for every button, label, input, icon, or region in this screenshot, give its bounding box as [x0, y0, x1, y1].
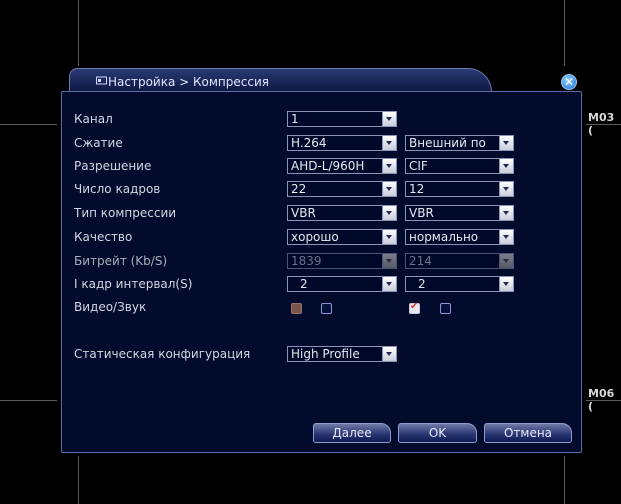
chevron-down-icon: [382, 254, 396, 268]
extra-stream-value: Внешний по: [409, 136, 486, 150]
cancel-button[interactable]: Отмена: [484, 423, 572, 443]
static-config-select[interactable]: High Profile: [287, 346, 397, 362]
compression-select[interactable]: H.264: [287, 135, 397, 151]
grid-line: [0, 400, 57, 401]
channel-label-m03: M03 (: [588, 111, 615, 137]
extra-bitrate-type-select[interactable]: VBR: [405, 205, 514, 221]
iframe-interval-label: I кадр интервал(S): [74, 277, 193, 291]
static-config-label: Статическая конфигурация: [74, 347, 251, 361]
chevron-down-icon: [382, 206, 396, 220]
grid-line: [564, 0, 565, 66]
chevron-down-icon: [382, 159, 396, 173]
chevron-down-icon: [499, 182, 513, 196]
fps-select[interactable]: 22: [287, 181, 397, 197]
chevron-down-icon: [499, 136, 513, 150]
chevron-down-icon: [499, 254, 513, 268]
quality-label: Качество: [74, 230, 133, 244]
channel-select[interactable]: 1: [287, 111, 397, 127]
grid-line: [0, 124, 57, 125]
extra-iframe-interval-value: 2: [418, 277, 426, 291]
bitrate-type-select[interactable]: VBR: [287, 205, 397, 221]
bitrate-label: Битрейт (Kb/S): [74, 254, 168, 268]
extra-bitrate-type-value: VBR: [409, 206, 434, 220]
extra-stream-select[interactable]: Внешний по: [405, 135, 514, 151]
chevron-down-icon: [382, 230, 396, 244]
channel-label: Канал: [74, 112, 113, 126]
main-video-checkbox[interactable]: [291, 303, 302, 314]
grid-line: [78, 456, 79, 504]
extra-quality-value: нормально: [409, 230, 479, 244]
chevron-down-icon: [499, 206, 513, 220]
main-audio-checkbox[interactable]: [321, 303, 332, 314]
compression-label: Сжатие: [74, 136, 123, 150]
extra-fps-select[interactable]: 12: [405, 181, 514, 197]
extra-resolution-select[interactable]: CIF: [405, 158, 514, 174]
resolution-select[interactable]: AHD-L/960H: [287, 158, 397, 174]
channel-value: 1: [291, 112, 299, 126]
iframe-interval-value: 2: [300, 277, 308, 291]
chevron-down-icon: [382, 112, 396, 126]
extra-quality-select[interactable]: нормально: [405, 229, 514, 245]
bitrate-value: 1839: [291, 254, 322, 268]
dialog-title: Настройка > Компрессия: [108, 75, 269, 89]
extra-bitrate-select: 214: [405, 253, 514, 269]
ok-button[interactable]: OK: [398, 423, 477, 443]
iframe-interval-select[interactable]: 2: [287, 276, 397, 292]
chevron-down-icon: [499, 277, 513, 291]
next-button[interactable]: Далее: [313, 423, 391, 443]
resolution-value: AHD-L/960H: [291, 159, 365, 173]
video-audio-label: Видео/Звук: [74, 300, 147, 314]
grid-line: [564, 456, 565, 504]
extra-iframe-interval-select[interactable]: 2: [405, 276, 514, 292]
chevron-down-icon: [382, 347, 396, 361]
close-button[interactable]: ✕: [561, 74, 577, 90]
extra-resolution-value: CIF: [409, 159, 428, 173]
bitrate-type-value: VBR: [291, 206, 316, 220]
compression-value: H.264: [291, 136, 327, 150]
title-tab: Настройка > Компрессия: [69, 68, 492, 92]
channel-label-m06: M06 (: [588, 387, 615, 413]
chevron-down-icon: [382, 136, 396, 150]
bitrate-type-label: Тип компрессии: [74, 206, 177, 220]
settings-screen-icon: [96, 76, 107, 85]
extra-video-checkbox[interactable]: [409, 301, 420, 314]
extra-audio-checkbox[interactable]: [440, 303, 451, 314]
quality-value: хорошо: [291, 230, 339, 244]
compression-settings-dialog: Настройка > Компрессия ✕ Канал Сжатие Ра…: [57, 66, 586, 456]
quality-select[interactable]: хорошо: [287, 229, 397, 245]
chevron-down-icon: [382, 182, 396, 196]
fps-label: Число кадров: [74, 182, 161, 196]
chevron-down-icon: [382, 277, 396, 291]
bitrate-select: 1839: [287, 253, 397, 269]
static-config-value: High Profile: [291, 347, 360, 361]
dialog-titlebar[interactable]: Настройка > Компрессия ✕: [57, 66, 586, 92]
chevron-down-icon: [499, 159, 513, 173]
grid-line: [78, 0, 79, 66]
chevron-down-icon: [499, 230, 513, 244]
extra-fps-value: 12: [409, 182, 425, 196]
resolution-label: Разрешение: [74, 159, 152, 173]
fps-value: 22: [291, 182, 307, 196]
extra-bitrate-value: 214: [409, 254, 432, 268]
